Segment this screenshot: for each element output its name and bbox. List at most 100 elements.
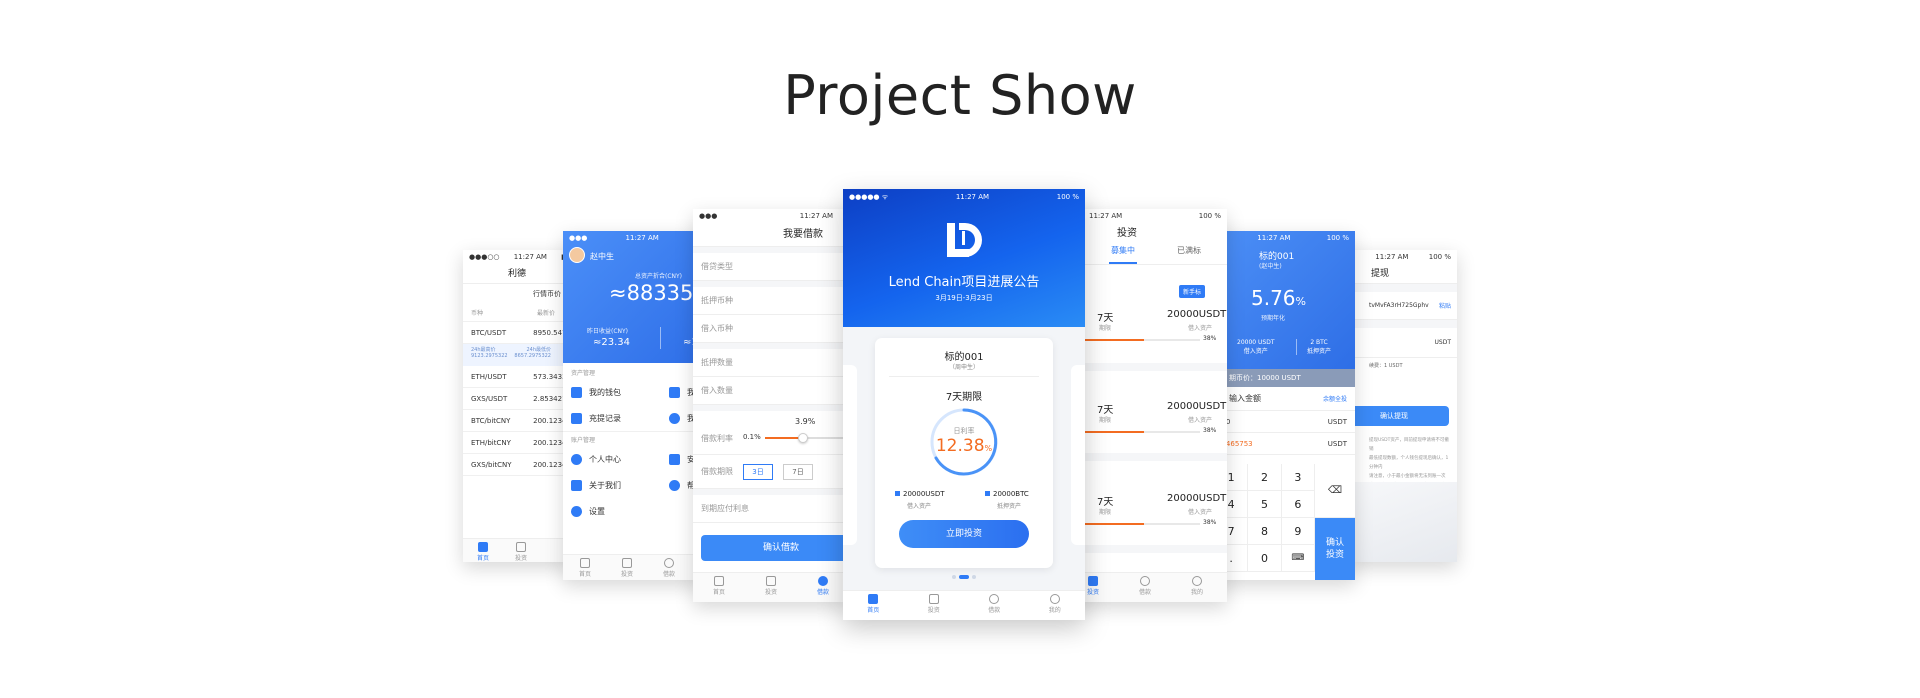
pair-label: GXS/bitCNY bbox=[471, 460, 512, 469]
confirm-borrow-button[interactable]: 确认借款 bbox=[701, 535, 847, 561]
user-name: 赵中生 bbox=[590, 252, 614, 261]
menu-help[interactable]: 帮 bbox=[661, 472, 695, 498]
rate-slider-handle[interactable] bbox=[798, 433, 808, 443]
product-card[interactable]: 标的001 （周申生） 7天期限 日利率 12.38% 20000USDT 借入… bbox=[875, 338, 1053, 568]
tab-mine[interactable]: 我的 bbox=[1049, 591, 1061, 620]
menu-extra[interactable]: 我 bbox=[661, 405, 695, 431]
divider bbox=[660, 327, 661, 349]
tab-invest[interactable]: 投资 bbox=[1087, 573, 1099, 602]
keyboard-icon[interactable]: ⌨ bbox=[1281, 545, 1315, 572]
user-icon bbox=[1049, 594, 1060, 604]
table-row[interactable]: GXS/bitCNY 200.12342 bbox=[463, 454, 571, 476]
address-value: tvMvFA3rH725Gphv bbox=[1369, 302, 1429, 309]
signal-icon: ●●●○○ bbox=[469, 253, 500, 261]
menu-wallet[interactable]: 我的钱包 bbox=[563, 379, 661, 405]
menu-security[interactable]: 安 bbox=[661, 446, 695, 472]
confirm-withdraw-button[interactable]: 确认提现 bbox=[1349, 406, 1449, 426]
banner-title: Lend Chain项目进展公告 bbox=[888, 275, 1040, 290]
nav-title: 我要借款 bbox=[693, 223, 847, 247]
tab-invest[interactable]: 投资 bbox=[621, 555, 633, 580]
info-icon bbox=[669, 479, 680, 491]
tab-borrow[interactable]: 借款 bbox=[988, 591, 1000, 620]
amount-row[interactable]: USDT bbox=[1349, 328, 1457, 358]
tab-home[interactable]: 首页 bbox=[477, 539, 489, 562]
tab-full[interactable]: 已满标 bbox=[1177, 245, 1201, 264]
progress-track bbox=[1073, 431, 1200, 433]
carousel-dot[interactable] bbox=[972, 575, 976, 579]
status-time: 11:27 AM bbox=[1257, 234, 1291, 242]
avatar[interactable] bbox=[569, 247, 585, 263]
amount-input[interactable]: 000USDT bbox=[1215, 411, 1355, 433]
carousel-dot[interactable] bbox=[952, 575, 956, 579]
invest-now-button[interactable]: 立即投资 bbox=[899, 520, 1029, 548]
table-row[interactable]: GXS/USDT 2.8534212 bbox=[463, 388, 571, 410]
tab-mine[interactable]: 我的 bbox=[1191, 573, 1203, 602]
banner-date: 3月19日-3月23日 bbox=[935, 294, 993, 302]
tab-raising[interactable]: 募集中 bbox=[1109, 245, 1137, 264]
list-item[interactable]: 7天 期限 20000USDT 借入资产 38% bbox=[1073, 397, 1227, 455]
user-icon bbox=[1192, 576, 1203, 586]
progress-track bbox=[1073, 339, 1200, 341]
card-title: 标的001 bbox=[944, 352, 984, 363]
status-bar: ●●●●● ᯤ 11:27 AM 100 % bbox=[843, 189, 1085, 205]
tab-borrow[interactable]: 借款 bbox=[1139, 573, 1151, 602]
status-time: 11:27 AM bbox=[955, 193, 990, 201]
tab-home[interactable]: 首页 bbox=[867, 591, 879, 620]
table-row[interactable]: ETH/USDT 573.34334 bbox=[463, 366, 571, 388]
field-collateral-amount[interactable]: 抵押数量 bbox=[693, 349, 847, 377]
menu-records[interactable]: 充提记录 bbox=[563, 405, 661, 431]
tab-invest[interactable]: 投资 bbox=[928, 591, 940, 620]
prev-card[interactable] bbox=[843, 365, 857, 545]
tab-invest[interactable]: 投资 bbox=[515, 539, 527, 562]
list-item[interactable]: 7天 期限 20000USDT 借入资产 38% bbox=[1073, 305, 1227, 363]
table-row[interactable]: BTC/USDT 8950.5478 bbox=[463, 322, 571, 344]
all-invest-button[interactable]: 余额全投 bbox=[1323, 394, 1347, 403]
tab-home[interactable]: 首页 bbox=[579, 555, 591, 580]
key-5[interactable]: 5 bbox=[1248, 491, 1282, 518]
tab-borrow[interactable]: 借款 bbox=[663, 555, 675, 580]
tab-invest[interactable]: 投资 bbox=[765, 573, 777, 602]
key-8[interactable]: 8 bbox=[1248, 518, 1282, 545]
field-borrow-amount[interactable]: 借入数量 bbox=[693, 377, 847, 405]
term-option-selected[interactable]: 3日 bbox=[743, 463, 773, 480]
list-item[interactable]: 7天 期限 20000USDT 借入资产 38% bbox=[1073, 489, 1227, 547]
paste-button[interactable]: 粘贴 bbox=[1439, 301, 1451, 310]
menu-settings[interactable]: 设置 bbox=[563, 498, 703, 524]
backspace-icon[interactable]: ⌫ bbox=[1315, 464, 1355, 518]
high-label: 24h最高价 bbox=[471, 347, 496, 353]
group-label: 账户管理 bbox=[563, 431, 703, 446]
confirm-invest-button[interactable]: 确认 投资 bbox=[1315, 518, 1355, 580]
term-option[interactable]: 7日 bbox=[783, 463, 813, 480]
address-row[interactable]: tvMvFA3rH725Gphv 粘贴 bbox=[1349, 292, 1457, 320]
menu-extra[interactable]: 我 bbox=[661, 379, 695, 405]
home-icon bbox=[868, 594, 879, 604]
menu-personal[interactable]: 个人中心 bbox=[563, 446, 661, 472]
next-card[interactable] bbox=[1071, 365, 1085, 545]
tab-bar: 首页 投资 借款 我的 bbox=[843, 590, 1085, 620]
progress-track bbox=[1073, 523, 1200, 525]
key-6[interactable]: 6 bbox=[1281, 491, 1315, 518]
key-3[interactable]: 3 bbox=[1281, 464, 1315, 491]
field-loan-type[interactable]: 借贷类型 bbox=[693, 253, 847, 281]
fee-label: 续费：1 USDT bbox=[1369, 363, 1403, 369]
highlow-panel: 24h最高价 24h最低价 9123.2975322 8657.2975322 bbox=[463, 344, 571, 366]
menu-about[interactable]: 关于我们 bbox=[563, 472, 661, 498]
field-collateral-coin[interactable]: 抵押币种 bbox=[693, 287, 847, 315]
segment-tabs: 募集中 已满标 bbox=[1073, 245, 1227, 265]
rate-slider-row: 借款利率 0.1% 3.9% bbox=[693, 411, 847, 455]
status-time: 11:27 AM bbox=[799, 212, 833, 220]
status-time: 11:27 AM bbox=[625, 234, 659, 242]
signal-icon: ●●● bbox=[569, 234, 588, 242]
field-borrow-coin[interactable]: 借入币种 bbox=[693, 315, 847, 343]
tab-borrow[interactable]: 借款 bbox=[817, 573, 829, 602]
table-row[interactable]: ETH/bitCNY 200.12342 bbox=[463, 432, 571, 454]
key-0[interactable]: 0 bbox=[1248, 545, 1282, 572]
key-9[interactable]: 9 bbox=[1281, 518, 1315, 545]
banner[interactable]: ●●●●● ᯤ 11:27 AM 100 % Lend Chain项目进展公告 3月… bbox=[843, 189, 1085, 327]
key-2[interactable]: 2 bbox=[1248, 464, 1282, 491]
carousel-dot-active[interactable] bbox=[959, 575, 969, 579]
tab-home[interactable]: 首页 bbox=[713, 573, 725, 602]
table-row[interactable]: BTC/bitCNY 200.12342 bbox=[463, 410, 571, 432]
status-bar: 11:27 AM 100 % bbox=[1073, 209, 1227, 223]
logo-svg bbox=[947, 223, 982, 257]
